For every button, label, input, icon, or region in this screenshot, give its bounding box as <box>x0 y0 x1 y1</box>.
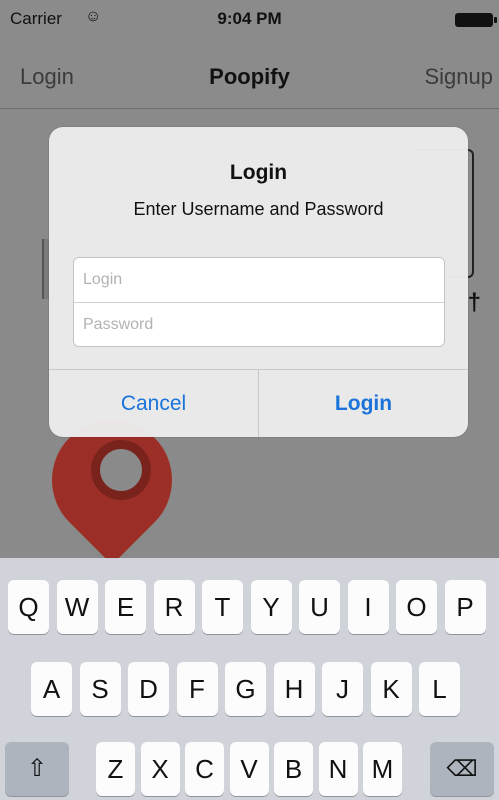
cancel-button[interactable]: Cancel <box>49 370 258 437</box>
keyboard: QWERTYUIOP ASDFGHJKL ⇧ ⌫ ZXCVBNM <box>0 558 499 800</box>
battery-icon <box>455 13 497 27</box>
key-k[interactable]: K <box>370 662 412 716</box>
key-d[interactable]: D <box>128 662 169 716</box>
key-c[interactable]: C <box>185 742 224 796</box>
key-j[interactable]: J <box>322 662 363 716</box>
password-field[interactable] <box>74 302 444 346</box>
key-w[interactable]: W <box>56 580 98 634</box>
key-y[interactable]: Y <box>250 580 292 634</box>
delete-icon[interactable]: ⌫ <box>430 742 494 796</box>
login-button[interactable]: Login <box>258 370 468 437</box>
key-g[interactable]: G <box>225 662 266 716</box>
key-r[interactable]: R <box>153 580 195 634</box>
key-p[interactable]: P <box>444 580 486 634</box>
nav-signup-button[interactable]: Signup <box>424 64 493 90</box>
alert-buttons: Cancel Login <box>49 370 468 437</box>
status-bar: Carrier ☺ 9:04 PM <box>0 0 499 38</box>
key-o[interactable]: O <box>396 580 437 634</box>
alert-message: Enter Username and Password <box>133 199 384 219</box>
key-t[interactable]: T <box>202 580 243 634</box>
app-screen: Carrier ☺ 9:04 PM Login Poopify Signup †… <box>0 0 499 800</box>
key-v[interactable]: V <box>229 742 269 796</box>
key-q[interactable]: Q <box>8 580 49 634</box>
key-b[interactable]: B <box>274 742 313 796</box>
key-n[interactable]: N <box>318 742 358 796</box>
key-i[interactable]: I <box>347 580 389 634</box>
login-fields <box>73 257 445 347</box>
alert-title: Login <box>229 161 288 184</box>
key-m[interactable]: M <box>363 742 402 796</box>
status-time: 9:04 PM <box>217 9 282 28</box>
key-h[interactable]: H <box>273 662 315 716</box>
key-x[interactable]: X <box>140 742 180 796</box>
map-pin-hole <box>91 440 151 500</box>
key-z[interactable]: Z <box>96 742 135 796</box>
key-l[interactable]: L <box>419 662 460 716</box>
key-e[interactable]: E <box>105 580 146 634</box>
username-field[interactable] <box>74 258 444 302</box>
login-alert: Login Enter Username and Password Cancel… <box>49 127 468 437</box>
keyboard-row-2: ASDFGHJKL <box>0 662 499 720</box>
key-f[interactable]: F <box>176 662 218 716</box>
keyboard-row-3: ⇧ ⌫ ZXCVBNM <box>0 742 499 800</box>
key-s[interactable]: S <box>79 662 121 716</box>
key-u[interactable]: U <box>299 580 340 634</box>
navigation-bar: Login Poopify Signup <box>0 38 499 109</box>
shift-icon[interactable]: ⇧ <box>5 742 69 796</box>
key-a[interactable]: A <box>31 662 72 716</box>
keyboard-row-1: QWERTYUIOP <box>0 580 499 638</box>
background-dagger-mark: † <box>467 289 481 316</box>
